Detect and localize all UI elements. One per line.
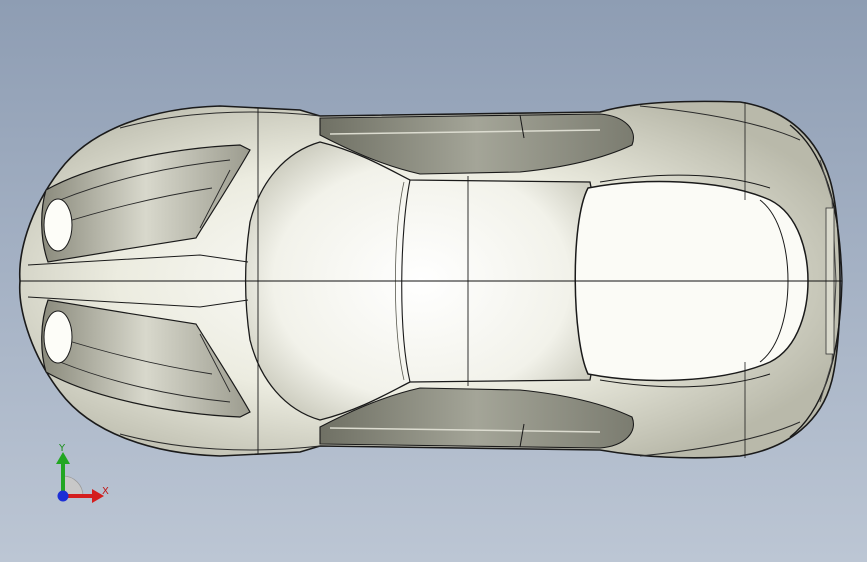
z-axis-dot: [57, 490, 69, 502]
view-orientation-triad[interactable]: Y X: [44, 440, 124, 520]
graphics-viewport[interactable]: Y X: [0, 0, 867, 562]
x-axis-label: X: [102, 486, 109, 497]
y-axis-label: Y: [59, 443, 66, 454]
car-model-top-view[interactable]: [0, 0, 867, 562]
